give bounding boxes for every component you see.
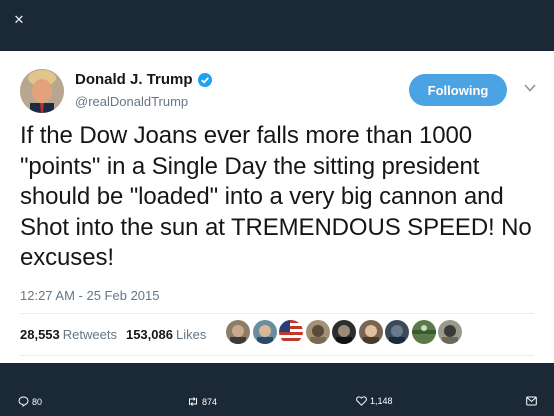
- reply-button[interactable]: 80: [18, 396, 42, 407]
- retweets-count[interactable]: 28,553: [20, 327, 60, 342]
- tweet-actions-bar: 80 874 1,148: [0, 390, 554, 416]
- following-button[interactable]: Following: [409, 74, 507, 106]
- close-icon[interactable]: ✕: [11, 12, 27, 28]
- divider: [20, 355, 534, 356]
- author-name-text: Donald J. Trump: [75, 71, 193, 88]
- like-count: 1,148: [370, 396, 393, 406]
- liker-avatar[interactable]: [385, 320, 409, 344]
- retweets-label[interactable]: Retweets: [63, 327, 117, 342]
- liker-avatar[interactable]: [305, 320, 330, 344]
- retweet-icon: [189, 397, 197, 406]
- retweet-count: 874: [202, 396, 218, 407]
- tweet-text: If the Dow Joans ever falls more than 10…: [20, 122, 532, 271]
- liker-avatar[interactable]: [332, 320, 356, 344]
- liker-avatar[interactable]: [252, 320, 277, 344]
- likes-label[interactable]: Likes: [176, 327, 206, 342]
- retweet-button[interactable]: 874: [187, 396, 217, 407]
- reply-icon: [18, 396, 29, 407]
- avatar[interactable]: [20, 69, 64, 113]
- likes-count[interactable]: 153,086: [126, 327, 173, 342]
- liker-avatar[interactable]: [411, 320, 436, 344]
- tweet-card: Donald J. Trump @realDonaldTrump Followi…: [0, 51, 554, 363]
- liker-avatar[interactable]: [226, 320, 250, 344]
- author-handle[interactable]: @realDonaldTrump: [75, 94, 188, 109]
- heart-icon: [356, 396, 367, 406]
- direct-message-button[interactable]: [526, 396, 540, 406]
- liker-avatar[interactable]: [279, 320, 303, 344]
- author-name[interactable]: Donald J. Trump: [75, 71, 212, 88]
- tweet-stats: 28,553 Retweets 153,086 Likes: [20, 327, 206, 342]
- reply-count: 80: [32, 396, 43, 407]
- liker-avatars: [226, 320, 465, 344]
- lightbox-header: ✕: [0, 0, 554, 51]
- liker-avatar[interactable]: [358, 320, 383, 344]
- divider: [20, 313, 534, 314]
- chevron-down-icon[interactable]: [523, 81, 537, 95]
- liker-avatar[interactable]: [438, 320, 462, 344]
- verified-badge-icon: [197, 72, 212, 87]
- envelope-icon: [526, 396, 537, 406]
- tweet-timestamp[interactable]: 12:27 AM - 25 Feb 2015: [20, 288, 159, 303]
- like-button[interactable]: 1,148: [356, 396, 393, 406]
